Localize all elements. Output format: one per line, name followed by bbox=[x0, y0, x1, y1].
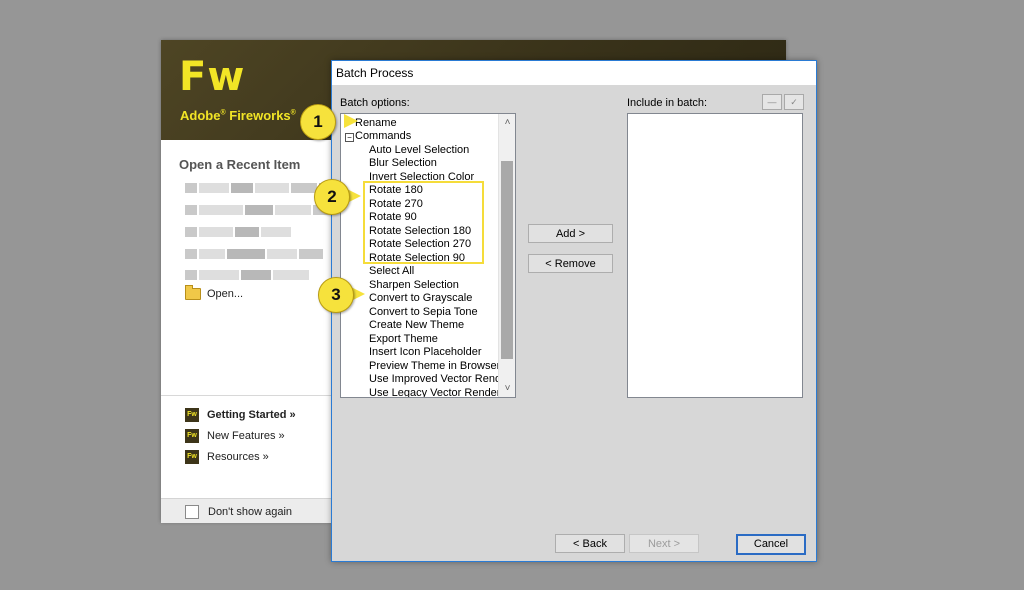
cancel-button[interactable]: Cancel bbox=[736, 534, 806, 555]
new-features-link[interactable]: Fw New Features » bbox=[185, 429, 285, 443]
fireworks-badge-icon: Fw bbox=[185, 408, 199, 422]
dont-show-again-checkbox[interactable]: Don't show again bbox=[185, 505, 292, 519]
fireworks-badge-icon: Fw bbox=[185, 450, 199, 464]
open-label: Open... bbox=[207, 288, 244, 300]
batch-options-label: Batch options: bbox=[340, 97, 410, 109]
option-item[interactable]: Blur Selection bbox=[369, 157, 437, 170]
option-item[interactable]: Create New Theme bbox=[369, 319, 464, 332]
option-item[interactable]: Convert to Sepia Tone bbox=[369, 306, 478, 319]
callout-2: 2 bbox=[314, 179, 350, 215]
option-commands[interactable]: Commands bbox=[355, 130, 411, 143]
getting-started-link[interactable]: Fw Getting Started » bbox=[185, 408, 296, 422]
scroll-thumb[interactable] bbox=[501, 161, 513, 359]
next-button[interactable]: Next > bbox=[629, 534, 699, 553]
link-label: New Features » bbox=[207, 430, 285, 442]
collapse-commands-icon[interactable]: − bbox=[345, 133, 354, 142]
checkbox-box[interactable] bbox=[185, 505, 199, 519]
option-item[interactable]: Export Theme bbox=[369, 333, 438, 346]
recent-items-title: Open a Recent Item bbox=[179, 157, 301, 172]
back-button[interactable]: < Back bbox=[555, 534, 625, 553]
recent-file-item[interactable] bbox=[185, 227, 291, 237]
option-item[interactable]: Convert to Grayscale bbox=[369, 292, 472, 305]
open-file-link[interactable]: Open... bbox=[185, 285, 244, 300]
resources-link[interactable]: Fw Resources » bbox=[185, 450, 269, 464]
callout-pointer bbox=[344, 114, 358, 128]
dialog-titlebar[interactable]: Batch Process bbox=[332, 61, 816, 85]
scroll-down-icon[interactable]: ˅ bbox=[499, 380, 515, 397]
option-item[interactable]: Auto Level Selection bbox=[369, 144, 469, 157]
link-label: Getting Started » bbox=[207, 409, 296, 421]
recent-file-item[interactable] bbox=[185, 270, 309, 280]
recent-file-item[interactable] bbox=[185, 183, 335, 193]
recent-file-item[interactable] bbox=[185, 205, 335, 215]
remove-item-button[interactable]: — bbox=[762, 94, 782, 110]
batch-process-dialog: Batch Process Batch options: Include in … bbox=[331, 60, 817, 562]
dont-show-label: Don't show again bbox=[208, 506, 293, 518]
callout-3: 3 bbox=[318, 277, 354, 313]
option-item[interactable]: Select All bbox=[369, 265, 414, 278]
rotate-commands-highlight bbox=[363, 181, 484, 264]
fireworks-logo: Fw bbox=[179, 54, 246, 100]
scroll-up-icon[interactable]: ˄ bbox=[499, 114, 515, 131]
option-rename[interactable]: Rename bbox=[355, 117, 397, 130]
include-in-batch-label: Include in batch: bbox=[627, 97, 708, 109]
option-item[interactable]: Sharpen Selection bbox=[369, 279, 459, 292]
callout-1: 1 bbox=[300, 104, 336, 140]
option-item[interactable]: Use Legacy Vector Renderir bbox=[369, 387, 507, 397]
option-item[interactable]: Insert Icon Placeholder bbox=[369, 346, 482, 359]
option-item[interactable]: Preview Theme in Browser bbox=[369, 360, 500, 373]
edit-item-button[interactable]: ✓ bbox=[784, 94, 804, 110]
option-item[interactable]: Use Improved Vector Rende bbox=[369, 373, 507, 386]
dialog-title: Batch Process bbox=[336, 66, 414, 80]
dialog-body: Batch options: Include in batch: — ✓ Ren… bbox=[332, 85, 816, 561]
add-button[interactable]: Add > bbox=[528, 224, 613, 243]
divider bbox=[161, 395, 331, 396]
options-scrollbar[interactable]: ˄ ˅ bbox=[498, 114, 515, 397]
product-name: Adobe® Fireworks® bbox=[180, 108, 296, 123]
welcome-footer: Don't show again bbox=[161, 498, 331, 523]
remove-button[interactable]: < Remove bbox=[528, 254, 613, 273]
include-in-batch-list[interactable] bbox=[627, 113, 803, 398]
fireworks-badge-icon: Fw bbox=[185, 429, 199, 443]
link-label: Resources » bbox=[207, 451, 269, 463]
folder-icon bbox=[185, 285, 201, 300]
recent-file-item[interactable] bbox=[185, 249, 323, 259]
